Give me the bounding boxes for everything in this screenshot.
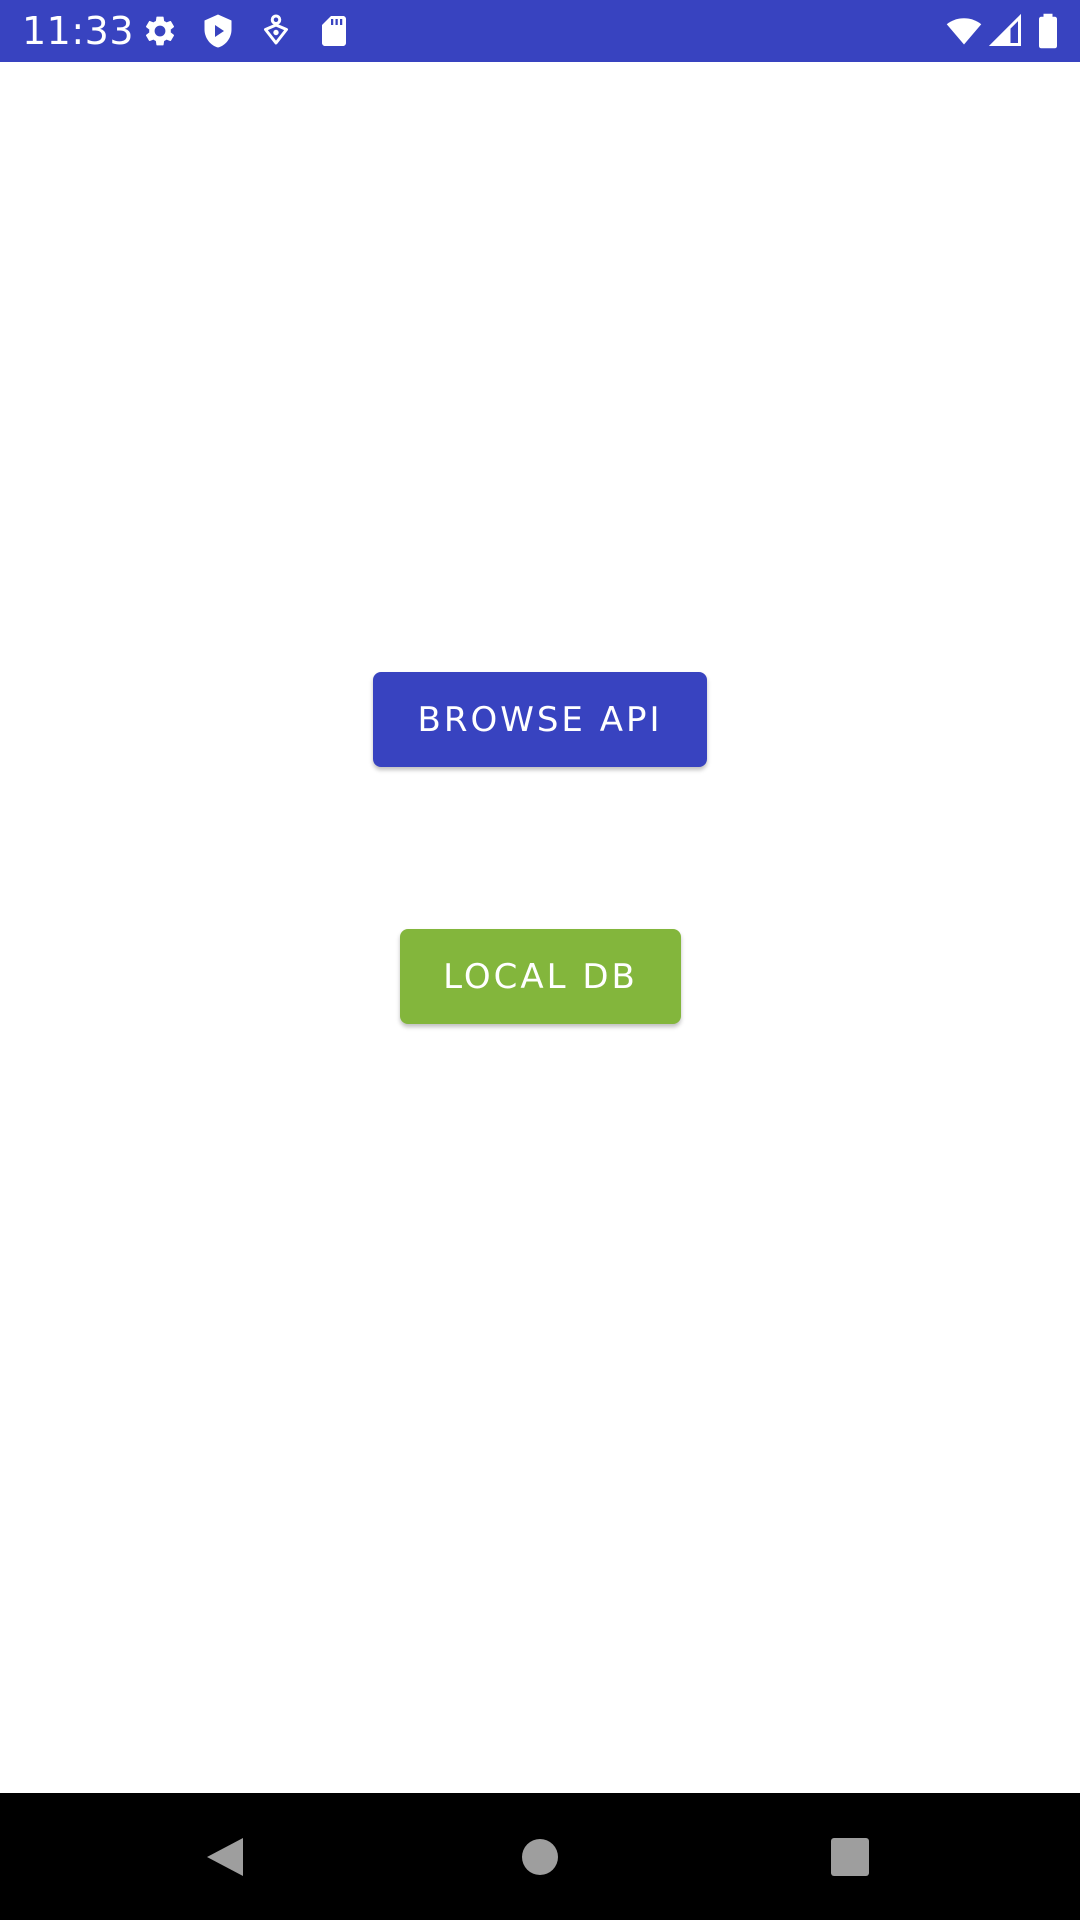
gear-icon [142, 13, 178, 49]
local-db-button[interactable]: LOCAL DB [400, 929, 681, 1024]
home-icon [522, 1838, 558, 1875]
accessibility-icon [258, 13, 294, 49]
back-icon [207, 1837, 243, 1876]
recents-button[interactable] [760, 1793, 940, 1920]
main-content [0, 62, 1080, 1793]
sd-card-icon [316, 13, 352, 49]
browse-api-button[interactable]: BROWSE API [373, 672, 707, 767]
signal-icon [988, 13, 1024, 49]
app-screen: 11:33 BROWSE API LOCAL DB [0, 0, 1080, 1920]
navigation-bar [0, 1793, 1080, 1920]
home-button[interactable] [450, 1793, 630, 1920]
back-button[interactable] [135, 1793, 315, 1920]
shield-play-icon [200, 13, 236, 49]
battery-icon [1032, 13, 1064, 49]
status-time: 11:33 [22, 9, 135, 53]
status-bar: 11:33 [0, 0, 1080, 62]
wifi-icon [944, 13, 984, 49]
recents-icon [831, 1837, 869, 1876]
